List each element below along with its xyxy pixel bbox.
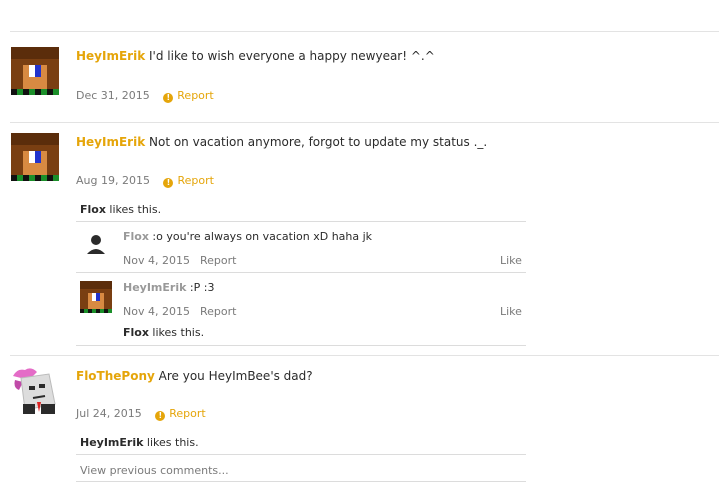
post-meta: Jul 24, 2015 ! Report: [76, 407, 206, 421]
post-meta: Aug 19, 2015 ! Report: [76, 174, 214, 188]
comment-likes-summary: Flox likes this.: [123, 326, 205, 339]
likes-user[interactable]: Flox: [80, 203, 106, 216]
post-divider: [10, 122, 719, 123]
post-text: I'd like to wish everyone a happy newyea…: [145, 49, 435, 63]
comment-report-link[interactable]: Report: [200, 254, 236, 267]
post-text: Are you HeyImBee's dad?: [154, 369, 313, 383]
avatar-heyimerik[interactable]: [80, 281, 112, 313]
comment-meta: Nov 4, 2015 Report: [123, 305, 236, 318]
comment-like-button[interactable]: Like: [500, 254, 522, 267]
comment-meta: Nov 4, 2015 Report: [123, 254, 236, 267]
warning-icon: !: [155, 411, 166, 421]
likes-summary: Flox likes this.: [80, 203, 162, 216]
view-previous-comments-link[interactable]: View previous comments...: [80, 464, 229, 477]
post-message: FloThePony Are you HeyImBee's dad?: [76, 368, 313, 384]
avatar-heyimerik[interactable]: [11, 47, 59, 95]
post-username[interactable]: FloThePony: [76, 369, 155, 383]
likes-user[interactable]: HeyImErik: [80, 436, 143, 449]
comment-like-button[interactable]: Like: [500, 305, 522, 318]
comment-message: Flox :o you're always on vacation xD hah…: [123, 230, 373, 243]
comment-date[interactable]: Nov 4, 2015: [123, 305, 190, 318]
post-date[interactable]: Aug 19, 2015: [76, 174, 150, 187]
comment-box-bottom: [76, 481, 526, 482]
avatar-heyimerik[interactable]: [11, 133, 59, 181]
comment-divider: [76, 272, 526, 273]
likes-summary: HeyImErik likes this.: [80, 436, 199, 449]
comment-divider: [76, 454, 526, 455]
post-message: HeyImErik Not on vacation anymore, forgo…: [76, 134, 487, 150]
warning-icon: !: [163, 93, 174, 103]
post-divider: [10, 355, 719, 356]
comment-divider: [76, 221, 526, 222]
report-link[interactable]: ! Report: [155, 407, 206, 421]
comment-report-link[interactable]: Report: [200, 305, 236, 318]
comment-date[interactable]: Nov 4, 2015: [123, 254, 190, 267]
comment-box-bottom: [76, 345, 526, 346]
likes-user[interactable]: Flox: [123, 326, 149, 339]
top-divider: [10, 31, 719, 32]
post-date[interactable]: Dec 31, 2015: [76, 89, 150, 102]
report-link[interactable]: ! Report: [163, 89, 214, 103]
report-link[interactable]: ! Report: [163, 174, 214, 188]
post-username[interactable]: HeyImErik: [76, 135, 145, 149]
post-meta: Dec 31, 2015 ! Report: [76, 89, 214, 103]
comment-username[interactable]: HeyImErik: [123, 281, 186, 294]
warning-icon: !: [163, 178, 174, 188]
post-username[interactable]: HeyImErik: [76, 49, 145, 63]
post-message: HeyImErik I'd like to wish everyone a ha…: [76, 48, 435, 64]
post-date[interactable]: Jul 24, 2015: [76, 407, 142, 420]
avatar-flothepony[interactable]: [11, 366, 59, 414]
comment-username[interactable]: Flox: [123, 230, 149, 243]
comment-message: HeyImErik :P :3: [123, 281, 215, 294]
post-text: Not on vacation anymore, forgot to updat…: [145, 135, 488, 149]
default-avatar-icon[interactable]: [80, 228, 112, 260]
